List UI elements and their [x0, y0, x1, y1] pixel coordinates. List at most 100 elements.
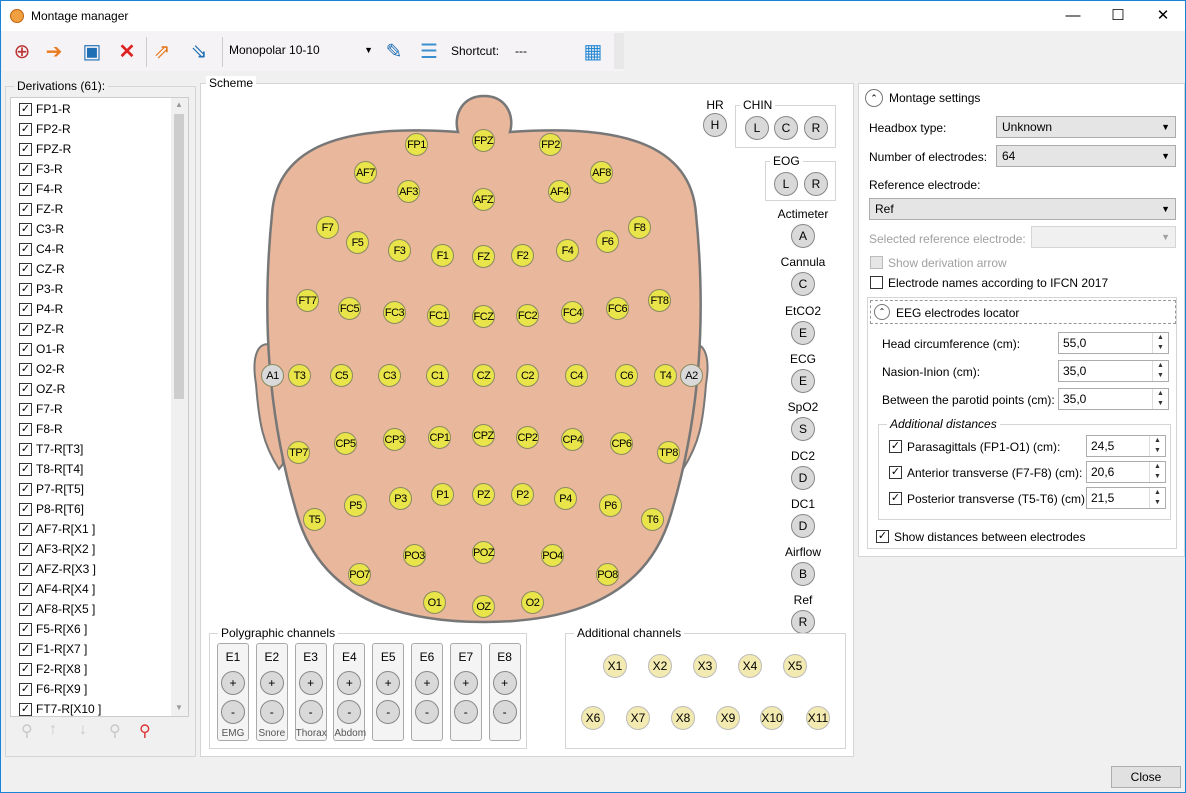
posterior-checkbox[interactable]: ✓: [889, 492, 902, 505]
additional-channel-x2[interactable]: X2: [648, 654, 672, 678]
derivation-checkbox[interactable]: ✓: [19, 162, 32, 176]
edit-pencil-icon[interactable]: ✎: [380, 37, 408, 65]
parotid-input[interactable]: 35,0 ▲ ▼: [1058, 388, 1169, 410]
derivation-checkbox[interactable]: ✓: [19, 642, 32, 656]
derivation-item[interactable]: ✓ F1-R[X7 ]: [11, 639, 87, 659]
derivation-item[interactable]: ✓ F7-R: [11, 399, 63, 419]
additional-channel-x11[interactable]: X11: [806, 706, 830, 730]
derivation-item[interactable]: ✓ FP1-R: [11, 99, 71, 119]
electrode-f8[interactable]: F8: [628, 216, 651, 239]
copy-montage-icon[interactable]: ➔: [40, 37, 68, 65]
electrode-p3[interactable]: P3: [389, 487, 412, 510]
scroll-down-icon[interactable]: ▼: [175, 703, 183, 712]
electrode-fc5[interactable]: FC5: [338, 297, 361, 320]
derivation-checkbox[interactable]: ✓: [19, 302, 32, 316]
scrollbar-thumb[interactable]: [174, 114, 184, 399]
electrode-fc3[interactable]: FC3: [383, 301, 406, 324]
electrode-po8[interactable]: PO8: [596, 563, 619, 586]
derivation-item[interactable]: ✓ FT7-R[X10 ]: [11, 699, 101, 716]
derivation-checkbox[interactable]: ✓: [19, 262, 32, 276]
electrode-c4[interactable]: C4: [565, 364, 588, 387]
parasagittal-checkbox[interactable]: ✓: [889, 440, 902, 453]
derivation-item[interactable]: ✓ F6-R[X9 ]: [11, 679, 87, 699]
derivation-checkbox[interactable]: ✓: [19, 102, 32, 116]
electrode-c1[interactable]: C1: [426, 364, 449, 387]
side-channel-button[interactable]: B: [791, 562, 815, 587]
electrode-afz[interactable]: AFZ: [472, 188, 495, 211]
derivation-item[interactable]: ✓ P4-R: [11, 299, 63, 319]
derivation-checkbox[interactable]: ✓: [19, 682, 32, 696]
derivation-item[interactable]: ✓ F3-R: [11, 159, 63, 179]
electrode-t3[interactable]: T3: [288, 364, 311, 387]
derivation-checkbox[interactable]: ✓: [19, 362, 32, 376]
electrode-fp2[interactable]: FP2: [539, 133, 562, 156]
electrode-ft8[interactable]: FT8: [648, 289, 671, 312]
show-distances-checkbox[interactable]: ✓: [876, 530, 889, 543]
eog-r-button[interactable]: R: [804, 172, 828, 196]
electrode-poz[interactable]: POZ: [472, 541, 495, 564]
electrode-c6[interactable]: C6: [615, 364, 638, 387]
plus-electrode-button[interactable]: +: [376, 671, 401, 695]
electrode-a2[interactable]: A2: [680, 364, 703, 387]
electrode-cpz[interactable]: CPZ: [472, 424, 495, 447]
reference-select[interactable]: Ref ▼: [869, 198, 1176, 220]
electrode-p1[interactable]: P1: [431, 483, 454, 506]
derivation-checkbox[interactable]: ✓: [19, 202, 32, 216]
derivation-item[interactable]: ✓ F2-R[X8 ]: [11, 659, 87, 679]
derivation-item[interactable]: ✓ AF4-R[X4 ]: [11, 579, 95, 599]
minus-electrode-button[interactable]: -: [492, 700, 517, 724]
side-channel-button[interactable]: S: [791, 417, 815, 442]
derivation-checkbox[interactable]: ✓: [19, 402, 32, 416]
minimize-button[interactable]: —: [1058, 5, 1088, 27]
electrode-f3[interactable]: F3: [388, 239, 411, 262]
electrode-c2[interactable]: C2: [516, 364, 539, 387]
plus-electrode-button[interactable]: +: [337, 671, 362, 695]
minus-electrode-button[interactable]: -: [453, 700, 478, 724]
derivation-item[interactable]: ✓ FZ-R: [11, 199, 63, 219]
electrode-po4[interactable]: PO4: [541, 544, 564, 567]
electrode-a1[interactable]: A1: [261, 364, 284, 387]
table-icon[interactable]: ▦: [579, 37, 607, 65]
scroll-up-icon[interactable]: ▲: [175, 100, 183, 109]
derivation-item[interactable]: ✓ CZ-R: [11, 259, 65, 279]
electrode-cp6[interactable]: CP6: [610, 432, 633, 455]
derivation-item[interactable]: ✓ AF7-R[X1 ]: [11, 519, 95, 539]
derivation-item[interactable]: ✓ F8-R: [11, 419, 63, 439]
derivation-checkbox[interactable]: ✓: [19, 562, 32, 576]
spinner-icon[interactable]: ▲ ▼: [1149, 462, 1165, 482]
electrode-f6[interactable]: F6: [596, 230, 619, 253]
electrode-af3[interactable]: AF3: [397, 180, 420, 203]
derivation-item[interactable]: ✓ FPZ-R: [11, 139, 71, 159]
derivation-checkbox[interactable]: ✓: [19, 122, 32, 136]
derivation-item[interactable]: ✓ AFZ-R[X3 ]: [11, 559, 96, 579]
chin-r-button[interactable]: R: [804, 116, 828, 140]
electrode-fz[interactable]: FZ: [472, 245, 495, 268]
derivation-item[interactable]: ✓ T7-R[T3]: [11, 439, 83, 459]
derivation-item[interactable]: ✓ T8-R[T4]: [11, 459, 83, 479]
additional-channel-x10[interactable]: X10: [760, 706, 784, 730]
derivation-checkbox[interactable]: ✓: [19, 382, 32, 396]
electrode-fcz[interactable]: FCZ: [472, 305, 495, 328]
chin-l-button[interactable]: L: [745, 116, 769, 140]
headbox-select[interactable]: Unknown ▼: [996, 116, 1176, 138]
minus-electrode-button[interactable]: -: [337, 700, 362, 724]
spinner-icon[interactable]: ▲ ▼: [1152, 389, 1168, 409]
minus-electrode-button[interactable]: -: [298, 700, 323, 724]
derivation-checkbox[interactable]: ✓: [19, 542, 32, 556]
derivations-list[interactable]: ▲ ▼ ✓ FP1-R ✓ FP2-R ✓ FPZ-R ✓ F3-R ✓ F4-R ✓ FZ-R ✓ C3…: [10, 97, 189, 717]
derivation-checkbox[interactable]: ✓: [19, 502, 32, 516]
electrode-cp1[interactable]: CP1: [428, 426, 451, 449]
additional-channel-x3[interactable]: X3: [693, 654, 717, 678]
electrode-fc2[interactable]: FC2: [516, 304, 539, 327]
electrode-po3[interactable]: PO3: [403, 544, 426, 567]
electrode-t6[interactable]: T6: [641, 508, 664, 531]
derivation-checkbox[interactable]: ✓: [19, 662, 32, 676]
plus-electrode-button[interactable]: +: [298, 671, 323, 695]
additional-channel-x9[interactable]: X9: [716, 706, 740, 730]
derivation-item[interactable]: ✓ OZ-R: [11, 379, 65, 399]
derivation-item[interactable]: ✓ AF8-R[X5 ]: [11, 599, 95, 619]
derivation-checkbox[interactable]: ✓: [19, 602, 32, 616]
document-icon[interactable]: ☰: [415, 37, 443, 65]
derivation-checkbox[interactable]: ✓: [19, 422, 32, 436]
side-channel-button[interactable]: A: [791, 224, 815, 248]
